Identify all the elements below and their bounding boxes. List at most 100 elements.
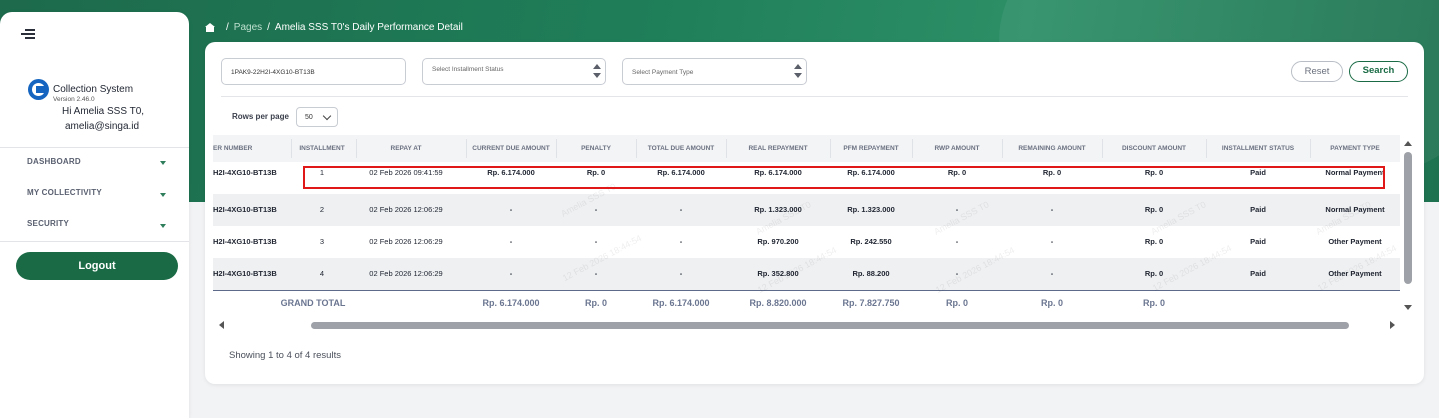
logout-button[interactable]: Logout xyxy=(16,252,178,280)
installments-table: ER NUMBER INSTALLMENT REPAY AT CURRENT D… xyxy=(213,135,1400,315)
breadcrumb-separator: / xyxy=(267,21,270,33)
cell-repay-at: 02 Feb 2026 12:06:29 xyxy=(369,237,443,246)
cell-current-due: - xyxy=(509,205,513,214)
column-header: PENALTY xyxy=(581,145,611,152)
cell-discount: Rp. 0 xyxy=(1144,205,1164,214)
home-icon[interactable] xyxy=(205,22,215,32)
installment-status-select[interactable]: Select Installment Status xyxy=(422,58,606,85)
column-header: DISCOUNT AMOUNT xyxy=(1121,145,1187,152)
cell-pfm-repayment: Rp. 242.550 xyxy=(850,237,892,246)
caret-down-icon xyxy=(160,224,166,228)
breadcrumb-pages[interactable]: Pages xyxy=(234,22,262,33)
cell-real-repayment: Rp. 352.800 xyxy=(757,269,799,278)
cell-status: Paid xyxy=(1250,237,1266,246)
column-header: INSTALLMENT xyxy=(299,145,345,152)
scroll-right-icon[interactable] xyxy=(1390,321,1395,329)
loan-id-input[interactable]: 1PAK9-22H2I-4XG10-BT13B xyxy=(221,58,406,85)
sidebar: Collection System Version 2.46.0 Hi Amel… xyxy=(0,12,189,418)
user-greeting: Hi Amelia SSS T0, xyxy=(62,106,145,117)
total-rwp: Rp. 0 xyxy=(945,298,968,308)
cell-current-due: - xyxy=(509,237,513,246)
total-remaining: Rp. 0 xyxy=(1040,298,1063,308)
scroll-up-icon[interactable] xyxy=(1404,141,1412,146)
scroll-down-icon[interactable] xyxy=(1404,305,1412,310)
content-card: 1PAK9-22H2I-4XG10-BT13B Select Installme… xyxy=(205,42,1424,384)
cell-repay-at: 02 Feb 2026 12:06:29 xyxy=(369,205,443,214)
caret-down-icon xyxy=(160,161,166,165)
column-header: REAL REPAYMENT xyxy=(748,145,808,152)
sidebar-item-label: DASHBOARD xyxy=(27,157,81,166)
app-version: Version 2.46.0 xyxy=(53,96,95,103)
total-current-due: Rp. 6.174.000 xyxy=(482,298,540,308)
hamburger-icon[interactable] xyxy=(21,29,35,39)
cell-status: Paid xyxy=(1250,269,1266,278)
sidebar-item-my-collectivity[interactable]: MY COLLECTIVITY xyxy=(0,184,189,206)
sidebar-item-label: SECURITY xyxy=(27,219,70,228)
cell-loan: H2I-4XG10-BT13B xyxy=(213,168,277,177)
cell-loan: H2I-4XG10-BT13B xyxy=(213,237,277,246)
sidebar-divider xyxy=(0,241,189,242)
cell-rwp: - xyxy=(955,237,959,246)
breadcrumb: / Pages / Amelia SSS T0's Daily Performa… xyxy=(205,20,463,34)
column-header: ER NUMBER xyxy=(213,145,253,152)
select-arrows-icon xyxy=(794,64,802,80)
cell-remaining: - xyxy=(1050,237,1054,246)
total-total-due: Rp. 6.174.000 xyxy=(652,298,710,308)
total-pfm-repayment: Rp. 7.827.750 xyxy=(842,298,900,308)
user-email: amelia@singa.id xyxy=(65,121,140,132)
cell-total-due: - xyxy=(679,269,683,278)
cell-real-repayment: Rp. 1.323.000 xyxy=(754,205,802,214)
table-header: ER NUMBER INSTALLMENT REPAY AT CURRENT D… xyxy=(213,135,1400,162)
sidebar-item-security[interactable]: SECURITY xyxy=(0,215,189,237)
installment-status-placeholder: Select Installment Status xyxy=(432,66,504,73)
horizontal-scrollbar[interactable] xyxy=(213,318,1400,332)
cell-current-due: - xyxy=(509,269,513,278)
cell-penalty: - xyxy=(594,269,598,278)
table-row[interactable]: H2I-4XG10-BT13B 4 02 Feb 2026 12:06:29 - - - R… xyxy=(213,258,1400,290)
payment-type-select[interactable]: Select Payment Type xyxy=(622,58,807,85)
cell-total-due: - xyxy=(679,205,683,214)
vertical-scroll-thumb[interactable] xyxy=(1404,152,1412,284)
scroll-left-icon[interactable] xyxy=(219,321,224,329)
cell-installment: 2 xyxy=(319,205,325,214)
cell-status: Paid xyxy=(1250,205,1266,214)
horizontal-scroll-thumb[interactable] xyxy=(311,322,1349,329)
sidebar-divider xyxy=(0,147,189,148)
column-header: RWP AMOUNT xyxy=(934,145,980,152)
payment-type-placeholder: Select Payment Type xyxy=(632,69,694,76)
cell-penalty: - xyxy=(594,237,598,246)
cell-rwp: - xyxy=(955,269,959,278)
cell-remaining: - xyxy=(1050,205,1054,214)
column-header: PAYMENT TYPE xyxy=(1330,145,1380,152)
cell-pfm-repayment: Rp. 88.200 xyxy=(852,269,890,278)
cell-pfm-repayment: Rp. 1.323.000 xyxy=(847,205,895,214)
table-row[interactable]: H2I-4XG10-BT13B 3 02 Feb 2026 12:06:29 - - - R… xyxy=(213,226,1400,258)
cell-remaining: - xyxy=(1050,269,1054,278)
column-header: REMAINING AMOUNT xyxy=(1018,145,1086,152)
filter-divider xyxy=(221,96,1408,97)
cell-payment-type: Normal Payment xyxy=(1325,205,1385,214)
search-button[interactable]: Search xyxy=(1349,61,1408,82)
vertical-scrollbar[interactable] xyxy=(1402,135,1416,315)
rows-per-page-select[interactable]: 50 xyxy=(296,107,338,127)
grand-total-label: GRAND TOTAL xyxy=(280,298,346,308)
total-discount: Rp. 0 xyxy=(1142,298,1165,308)
caret-down-icon xyxy=(160,193,166,197)
breadcrumb-separator: / xyxy=(226,21,229,33)
sidebar-item-dashboard[interactable]: DASHBOARD xyxy=(0,153,189,175)
reset-button[interactable]: Reset xyxy=(1291,61,1343,82)
highlight-annotation-box xyxy=(303,166,1385,189)
cell-loan: H2I-4XG10-BT13B xyxy=(213,269,277,278)
table-row[interactable]: H2I-4XG10-BT13B 2 02 Feb 2026 12:06:29 - - - R… xyxy=(213,194,1400,226)
total-real-repayment: Rp. 8.820.000 xyxy=(749,298,807,308)
cell-real-repayment: Rp. 970.200 xyxy=(757,237,799,246)
cell-payment-type: Other Payment xyxy=(1328,269,1382,278)
chevron-down-icon xyxy=(322,111,332,121)
rows-per-page-value: 50 xyxy=(305,114,313,121)
cell-loan: H2I-4XG10-BT13B xyxy=(213,205,277,214)
column-header: CURRENT DUE AMOUNT xyxy=(472,145,550,152)
select-arrows-icon xyxy=(593,64,601,80)
sidebar-item-label: MY COLLECTIVITY xyxy=(27,188,102,197)
loan-id-value: 1PAK9-22H2I-4XG10-BT13B xyxy=(231,69,315,76)
results-summary: Showing 1 to 4 of 4 results xyxy=(229,350,341,361)
